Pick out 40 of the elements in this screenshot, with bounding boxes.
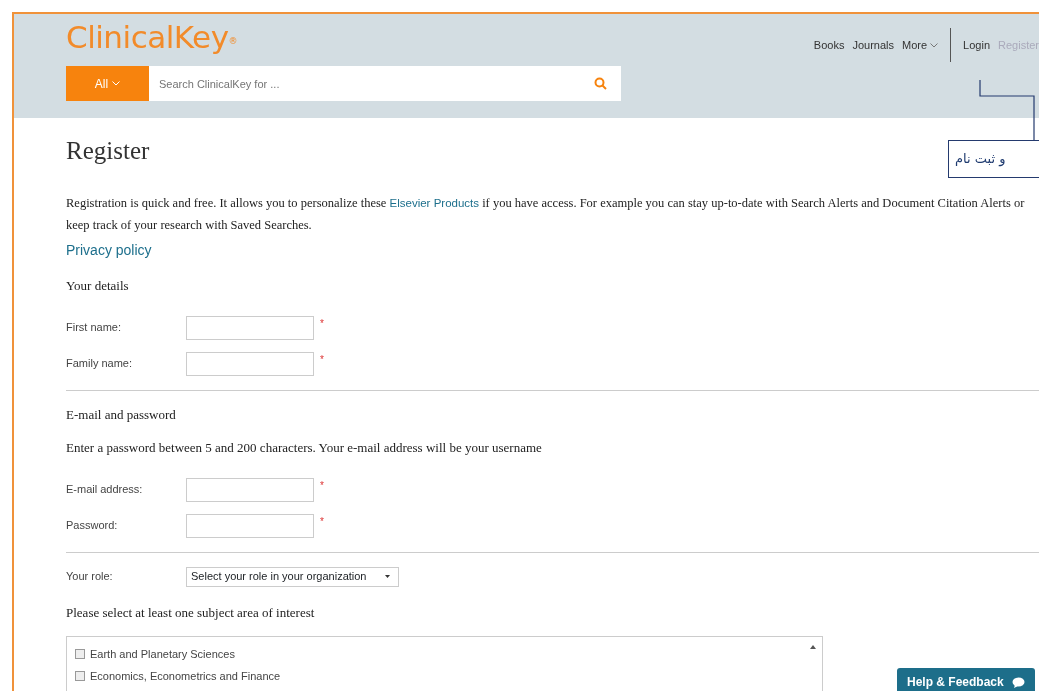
nav-link[interactable]: Journals	[852, 36, 894, 54]
required-mark: *	[320, 478, 324, 493]
page-title: Register	[66, 136, 150, 166]
field-label: Family name:	[66, 356, 134, 372]
field-label: First name:	[66, 320, 122, 336]
required-mark: *	[320, 352, 324, 367]
caret-icon	[112, 81, 121, 87]
checkbox-item[interactable]: Economics, Econometrics and Finance	[75, 665, 814, 687]
nav-link[interactable]: Login	[963, 36, 991, 54]
logo: ClinicalKey$^{®}$	[66, 20, 238, 55]
required-mark: *	[320, 514, 324, 529]
chat-icon	[1011, 676, 1025, 688]
intro-text: Registration is quick and free. It allows you to personalize these Elsevier Products if you have access. For example you can stay up-to-date with Search Alerts and Document Citation Alerts or keep track of your research with Saved Searches.	[66, 195, 1026, 234]
section-heading: Please select at least one subject area of interest	[66, 603, 316, 622]
input-field[interactable]	[186, 351, 314, 376]
privacy-link[interactable]: Privacy policy	[66, 240, 152, 261]
required-mark: *	[320, 316, 324, 331]
dropdown-arrow-icon	[385, 575, 390, 578]
nav-link[interactable]: Books	[813, 36, 845, 54]
input-field[interactable]	[186, 513, 314, 538]
search-field[interactable]: Search ClinicalKey for ...	[149, 66, 621, 102]
input-field[interactable]	[186, 315, 314, 340]
role-dropdown[interactable]: Select your role in your organization	[186, 566, 399, 587]
field-label: E-mail address:	[66, 482, 144, 498]
checkbox[interactable]	[75, 671, 85, 681]
scroll-up-icon[interactable]	[810, 645, 816, 649]
field-label: Your role:	[66, 569, 114, 585]
callout-label: و ثبت نام	[948, 140, 1039, 178]
checkbox[interactable]	[75, 649, 85, 659]
instruction-text: Enter a password between 5 and 200 characters. Your e-mail address will be your username	[66, 439, 543, 457]
section-heading: Your details	[66, 277, 130, 295]
section-heading: E-mail and password	[66, 405, 177, 424]
input-field[interactable]	[186, 477, 314, 502]
field-label: Password:	[66, 518, 119, 534]
help-feedback-button[interactable]: Help & Feedback	[897, 668, 1035, 691]
nav-link[interactable]: More	[902, 36, 939, 54]
caret-icon	[930, 43, 939, 49]
products-link[interactable]: Elsevier Products	[389, 197, 479, 209]
checkbox-item[interactable]: Earth and Planetary Sciences	[75, 643, 814, 665]
search-icon[interactable]	[594, 77, 607, 91]
